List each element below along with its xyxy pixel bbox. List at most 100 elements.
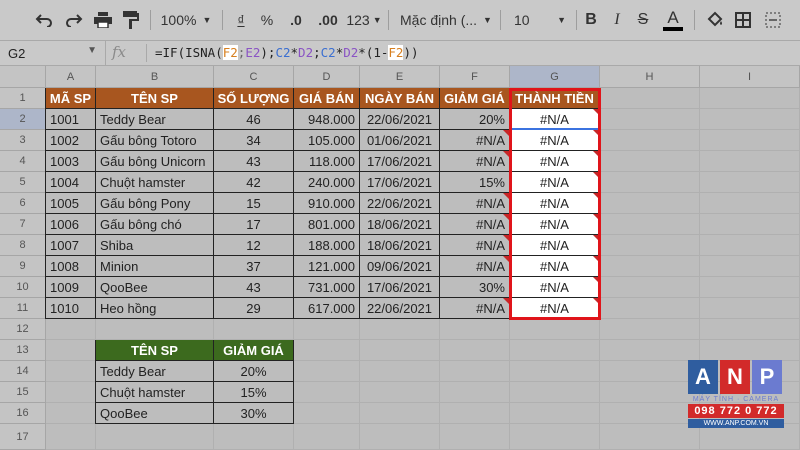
bold-button[interactable]: B [580,0,602,40]
total-cell[interactable]: #N/A [510,151,600,172]
column-header[interactable]: H [600,66,700,88]
grid-cell[interactable] [700,298,800,319]
table-cell[interactable]: 17/06/2021 [360,277,440,298]
table-cell[interactable]: Heo hồng [96,298,214,319]
table-cell[interactable]: 1001 [46,109,96,130]
table-cell[interactable]: 1004 [46,172,96,193]
table-cell[interactable]: 30% [440,277,510,298]
grid-cell[interactable] [360,403,440,424]
table-cell[interactable]: 42 [214,172,294,193]
table-cell[interactable]: 18/06/2021 [360,214,440,235]
table-cell[interactable]: 22/06/2021 [360,298,440,319]
redo-icon[interactable] [60,0,88,40]
table-cell[interactable]: 118.000 [294,151,360,172]
row-header[interactable]: 8 [0,235,46,256]
total-cell[interactable]: #N/A [510,109,600,130]
grid-cell[interactable] [510,424,600,450]
table-cell[interactable]: 731.000 [294,277,360,298]
table-header-cell[interactable]: GIÁ BÁN [294,88,360,109]
total-cell[interactable]: #N/A [510,172,600,193]
grid-cell[interactable] [46,403,96,424]
grid-cell[interactable] [46,319,96,340]
table-cell[interactable]: 18/06/2021 [360,235,440,256]
row-header[interactable]: 11 [0,298,46,319]
grid-cell[interactable] [600,298,700,319]
table-cell[interactable]: 105.000 [294,130,360,151]
font-size-select[interactable]: 10 ▼ [508,0,572,40]
row-header[interactable]: 16 [0,403,46,424]
grid-cell[interactable] [700,340,800,361]
grid-cell[interactable] [700,256,800,277]
grid-cell[interactable] [700,214,800,235]
discount-header-cell[interactable]: TÊN SP [96,340,214,361]
grid-cell[interactable] [440,361,510,382]
total-cell[interactable]: #N/A [510,214,600,235]
grid-cell[interactable] [46,361,96,382]
row-header[interactable]: 14 [0,361,46,382]
table-cell[interactable]: 46 [214,109,294,130]
grid-cell[interactable] [600,214,700,235]
table-cell[interactable]: #N/A [440,214,510,235]
row-header[interactable]: 3 [0,130,46,151]
grid-cell[interactable] [600,193,700,214]
grid-cell[interactable] [440,382,510,403]
table-cell[interactable]: Shiba [96,235,214,256]
grid-cell[interactable] [600,382,700,403]
text-color-button[interactable]: A [660,0,686,40]
table-cell[interactable]: 15% [440,172,510,193]
row-header[interactable]: 1 [0,88,46,109]
grid-cell[interactable] [294,319,360,340]
discount-header-cell[interactable]: GIẢM GIÁ [214,340,294,361]
grid-cell[interactable] [294,361,360,382]
table-cell[interactable]: 188.000 [294,235,360,256]
table-cell[interactable]: 43 [214,277,294,298]
table-cell[interactable]: 20% [440,109,510,130]
table-cell[interactable]: 22/06/2021 [360,193,440,214]
grid-cell[interactable] [214,319,294,340]
table-cell[interactable]: 12 [214,235,294,256]
grid-cell[interactable] [510,382,600,403]
discount-cell[interactable]: 30% [214,403,294,424]
decrease-decimal-button[interactable]: .0 [282,0,310,40]
column-header[interactable]: F [440,66,510,88]
table-cell[interactable]: Teddy Bear [96,109,214,130]
column-header[interactable]: A [46,66,96,88]
table-cell[interactable]: 1006 [46,214,96,235]
table-cell[interactable]: 29 [214,298,294,319]
table-cell[interactable]: 801.000 [294,214,360,235]
grid-cell[interactable] [360,319,440,340]
table-cell[interactable]: 1008 [46,256,96,277]
row-header[interactable]: 5 [0,172,46,193]
grid-cell[interactable] [600,424,700,450]
spreadsheet-grid[interactable]: A B C D E F G H I 1 2 3 4 5 6 7 8 9 10 11 12 13 14 15 16 17 MÃ SP T… [0,66,800,450]
table-cell[interactable]: 121.000 [294,256,360,277]
grid-cell[interactable] [700,235,800,256]
grid-cell[interactable] [700,277,800,298]
name-box[interactable]: G2 ▼ [0,41,106,65]
table-cell[interactable]: 01/06/2021 [360,130,440,151]
total-cell[interactable]: #N/A [510,298,600,319]
row-header[interactable]: 10 [0,277,46,298]
row-header[interactable]: 13 [0,340,46,361]
grid-cell[interactable] [440,424,510,450]
table-cell[interactable]: 34 [214,130,294,151]
column-header[interactable]: D [294,66,360,88]
discount-cell[interactable]: Teddy Bear [96,361,214,382]
table-cell[interactable]: #N/A [440,256,510,277]
table-cell[interactable]: 09/06/2021 [360,256,440,277]
discount-cell[interactable]: QooBee [96,403,214,424]
grid-cell[interactable] [600,277,700,298]
table-cell[interactable]: 617.000 [294,298,360,319]
grid-cell[interactable] [510,340,600,361]
table-cell[interactable]: 1005 [46,193,96,214]
grid-cell[interactable] [360,361,440,382]
table-cell[interactable]: 15 [214,193,294,214]
column-header[interactable]: B [96,66,214,88]
table-cell[interactable]: 240.000 [294,172,360,193]
table-cell[interactable]: 1007 [46,235,96,256]
grid-cell[interactable] [600,361,700,382]
grid-cell[interactable] [46,382,96,403]
table-cell[interactable]: 37 [214,256,294,277]
grid-cell[interactable] [700,109,800,130]
table-cell[interactable]: Chuột hamster [96,172,214,193]
